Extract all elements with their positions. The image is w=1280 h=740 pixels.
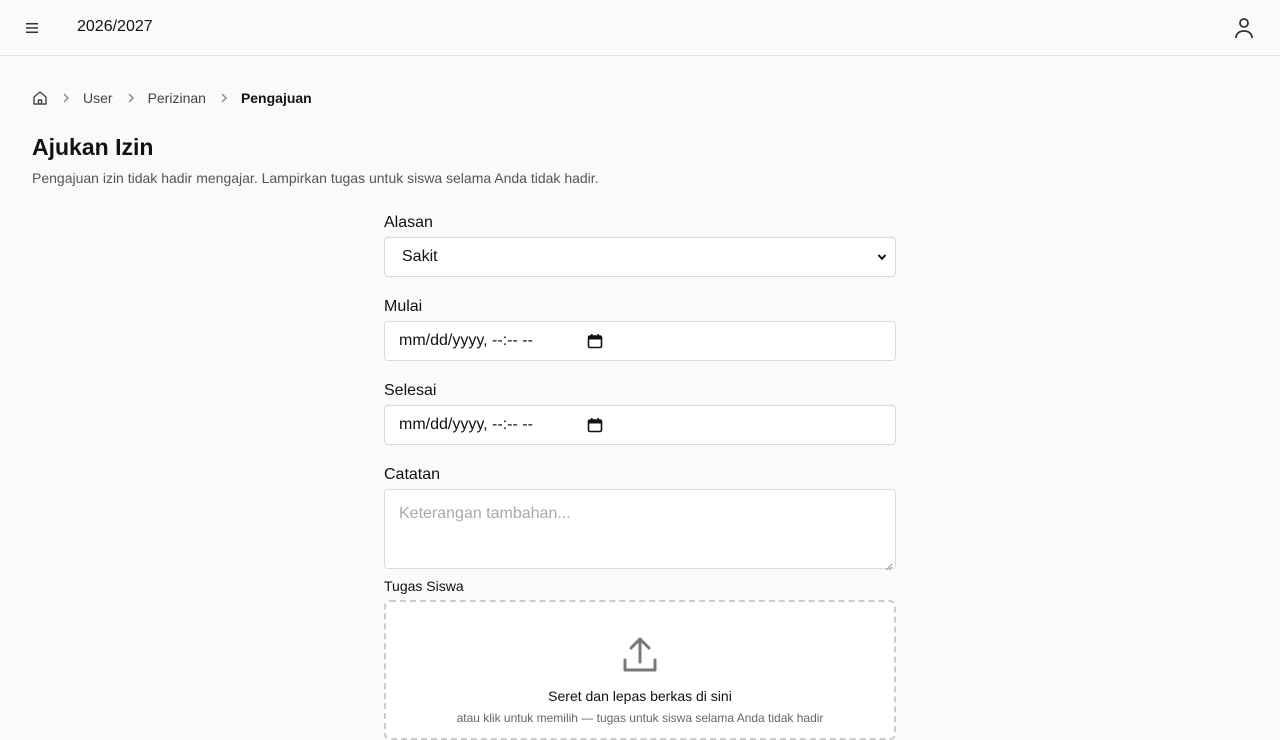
calendar-icon[interactable] (587, 417, 603, 433)
end-placeholder: mm/dd/yyyy, --:-- -- (399, 416, 533, 433)
assignment-label: Tugas Siswa (384, 578, 464, 594)
start-label: Mulai (384, 298, 423, 315)
page-title: Ajukan Izin (32, 134, 154, 160)
chevron-right-icon (60, 92, 72, 104)
leave-form: Alasan Sakit Mulai mm/dd/yyyy, --:-- -- … (384, 214, 896, 740)
breadcrumb-current: Pengajuan (240, 90, 312, 106)
menu-icon (26, 23, 38, 33)
academic-year: 2026/2027 (77, 18, 153, 35)
notes-placeholder: Keterangan tambahan... (399, 505, 571, 522)
page-description: Pengajuan izin tidak hadir mengajar. Lam… (32, 170, 599, 186)
breadcrumb-item-user[interactable]: User (83, 90, 113, 106)
notes-textarea[interactable]: Keterangan tambahan... (384, 489, 896, 571)
start-datetime-input[interactable]: mm/dd/yyyy, --:-- -- (384, 321, 896, 361)
calendar-icon[interactable] (587, 333, 603, 349)
home-icon[interactable] (32, 90, 48, 106)
reason-label: Alasan (384, 214, 433, 231)
top-bar: 2026/2027 (0, 0, 1280, 56)
start-placeholder: mm/dd/yyyy, --:-- -- (399, 332, 533, 349)
menu-button[interactable] (22, 18, 42, 38)
end-datetime-input[interactable]: mm/dd/yyyy, --:-- -- (384, 405, 896, 445)
chevron-right-icon (218, 92, 230, 104)
chevron-right-icon (125, 92, 137, 104)
upload-icon (622, 636, 658, 674)
reason-value: Sakit (402, 248, 438, 265)
end-label: Selesai (384, 382, 437, 399)
dropzone-subtitle: atau klik untuk memilih — tugas untuk si… (456, 711, 824, 725)
chevron-down-icon (877, 252, 887, 262)
reason-select[interactable]: Sakit (384, 237, 896, 277)
notes-label: Catatan (384, 466, 441, 483)
user-icon (1232, 16, 1256, 40)
breadcrumb: User Perizinan Pengajuan (32, 89, 312, 107)
user-button[interactable] (1232, 16, 1256, 40)
breadcrumb-item-perizinan[interactable]: Perizinan (148, 90, 206, 106)
assignment-dropzone[interactable]: Seret dan lepas berkas di sini atau klik… (384, 600, 896, 740)
dropzone-title: Seret dan lepas berkas di sini (548, 688, 732, 704)
resize-handle-icon[interactable] (885, 558, 893, 571)
